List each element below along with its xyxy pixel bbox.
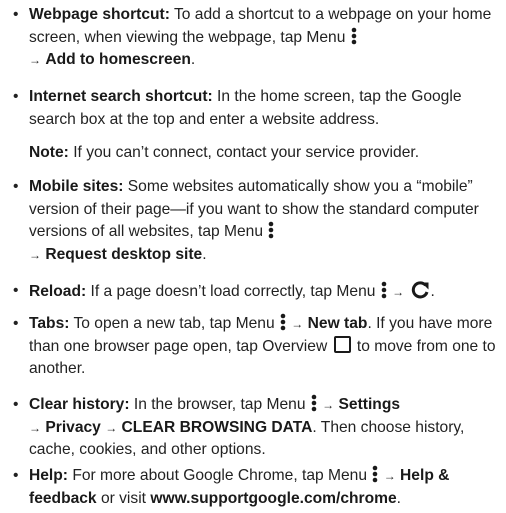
arrow-icon: → — [392, 285, 405, 299]
settings-label: Settings — [338, 396, 401, 413]
bullet: • — [13, 396, 19, 413]
arrow-icon: → — [29, 420, 41, 435]
arrow-icon: → — [322, 398, 335, 412]
arrow-icon: → — [29, 247, 41, 262]
reload-term: Reload: — [29, 283, 87, 300]
bullet: • — [13, 467, 19, 484]
arrow-icon: → — [383, 469, 396, 483]
help-term: Help: — [29, 467, 68, 484]
arrow-icon: → — [291, 317, 304, 331]
new-tab-label: New tab — [307, 315, 368, 332]
menu-icon — [373, 465, 378, 483]
bullet: • — [13, 315, 19, 332]
webpage-shortcut-term: Webpage shortcut: — [29, 6, 170, 23]
menu-icon — [280, 313, 286, 331]
clear-browsing-data-label: CLEAR BROWSING DATA — [121, 418, 313, 436]
add-to-homescreen-label: Add to homescreen — [45, 51, 191, 68]
menu-icon — [269, 221, 274, 239]
privacy-label: Privacy — [45, 418, 101, 436]
webpage-shortcut-text: Webpage shortcut: To add a shortcut to a… — [29, 6, 492, 68]
note-term: Note: — [29, 144, 69, 161]
request-desktop-site-label: Request desktop site — [45, 245, 203, 263]
bullet: • — [13, 178, 19, 195]
tabs-term: Tabs: — [29, 315, 70, 332]
note-paragraph: Note: If you can’t connect, contact your… — [29, 144, 420, 161]
menu-icon — [311, 394, 317, 412]
menu-icon — [381, 281, 387, 299]
overview-icon — [333, 335, 351, 353]
arrow-icon: → — [105, 420, 118, 435]
help-text: Help: For more about Google Chrome, tap … — [29, 465, 450, 507]
menu-icon — [351, 27, 357, 44]
mobile-sites-term: Mobile sites: — [29, 178, 124, 195]
help-page: • Webpage shortcut: To add a shortcut to… — [0, 0, 506, 513]
clear-history-term: Clear history: — [29, 396, 130, 413]
bullet: • — [13, 6, 19, 23]
bullet: • — [13, 88, 19, 105]
internet-search-text: Internet search shortcut: In the home sc… — [29, 88, 462, 128]
tabs-text: Tabs: To open a new tab, tap Menu → New … — [29, 313, 496, 377]
clear-history-text: Clear history: In the browser, tap Menu … — [29, 394, 465, 458]
chrome-support-link[interactable]: www.supportgoogle.com/chrome — [150, 490, 396, 507]
reload-icon — [412, 281, 429, 299]
arrow-icon: → — [29, 53, 41, 67]
reload-text: Reload: If a page doesn’t load correctly… — [29, 280, 498, 304]
internet-search-term: Internet search shortcut: — [29, 88, 213, 105]
bullet: • — [13, 282, 19, 299]
mobile-sites-text: Mobile sites: Some websites automaticall… — [29, 178, 479, 263]
